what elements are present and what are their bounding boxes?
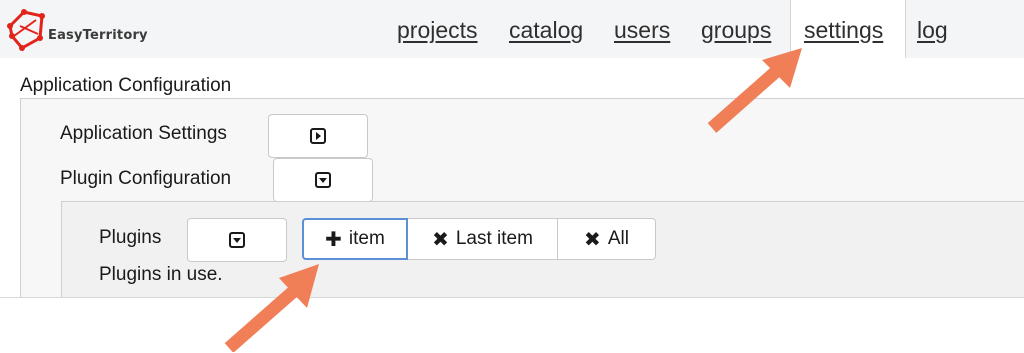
nav-settings[interactable]: settings (804, 17, 883, 44)
nav-projects[interactable]: projects (397, 17, 478, 44)
caret-down-square-icon (315, 172, 331, 188)
caret-down-square-icon (229, 232, 245, 248)
easyterritory-logo-icon (7, 9, 45, 51)
annotation-arrow-icon (224, 264, 319, 352)
nav-users[interactable]: users (614, 17, 670, 44)
brand-logo[interactable]: EasyTerritory (6, 6, 156, 52)
nav-catalog[interactable]: catalog (509, 17, 583, 44)
remove-last-item-label: Last item (455, 228, 533, 249)
caret-right-square-icon (310, 128, 326, 144)
x-icon: ✖ (432, 228, 449, 251)
application-settings-label: Application Settings (60, 123, 227, 144)
brand-name: EasyTerritory (48, 28, 148, 43)
plugins-description: Plugins in use. (99, 264, 223, 285)
remove-all-button[interactable]: ✖ All (557, 218, 656, 260)
plugin-configuration-label: Plugin Configuration (60, 168, 232, 189)
x-icon: ✖ (584, 228, 601, 251)
plugins-label: Plugins (99, 227, 162, 248)
remove-last-item-button[interactable]: ✖ Last item (408, 218, 558, 260)
page-footer-area (0, 297, 1024, 353)
plugin-configuration-toggle-button[interactable] (273, 158, 373, 202)
section-title: Application Configuration (20, 75, 232, 96)
nav-log[interactable]: log (917, 17, 948, 44)
plus-icon: ✚ (325, 228, 342, 251)
top-navigation-bar: EasyTerritory projects catalog users gro… (0, 0, 1024, 58)
remove-all-label: All (607, 228, 629, 249)
annotation-arrow-icon (707, 48, 802, 133)
application-settings-toggle-button[interactable] (268, 114, 368, 158)
add-item-label: item (348, 228, 385, 249)
